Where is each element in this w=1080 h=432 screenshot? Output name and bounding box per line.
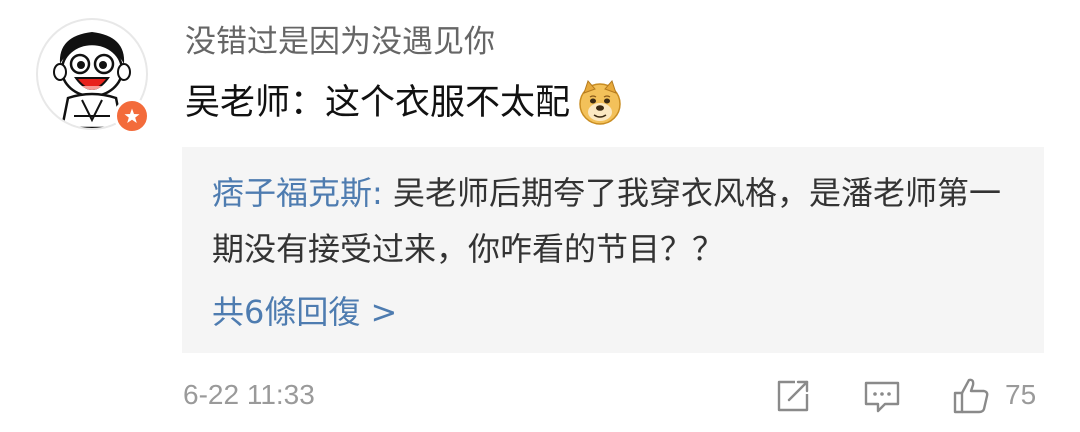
- avatar[interactable]: [36, 18, 150, 134]
- view-all-replies-link[interactable]: 共6條回復 >: [212, 287, 397, 337]
- comment-timestamp: 6-22 11:33: [183, 379, 315, 410]
- comment-icon[interactable]: [862, 376, 902, 416]
- comment-item: 没错过是因为没遇见你 吴老师：这个衣服不太配 痞子福克斯: 吴老师后期夸了我穿衣…: [0, 0, 1080, 432]
- comment-text-row: 吴老师：这个衣服不太配: [185, 78, 624, 128]
- share-icon[interactable]: [773, 376, 813, 416]
- reply-text-block: 痞子福克斯: 吴老师后期夸了我穿衣风格，是潘老师第一期没有接受过来，你咋看的节目…: [212, 165, 1022, 277]
- comment-text: 吴老师：这个衣服不太配: [185, 83, 571, 123]
- thumbs-up-icon[interactable]: [951, 376, 991, 416]
- reply-author[interactable]: 痞子福克斯:: [212, 174, 383, 212]
- like-count: 75: [1005, 379, 1037, 410]
- comment-username[interactable]: 没错过是因为没遇见你: [185, 20, 495, 64]
- verified-badge-icon: [114, 98, 150, 134]
- doge-emoji-icon: [576, 79, 624, 127]
- reply-preview-box[interactable]: 痞子福克斯: 吴老师后期夸了我穿衣风格，是潘老师第一期没有接受过来，你咋看的节目…: [182, 147, 1044, 353]
